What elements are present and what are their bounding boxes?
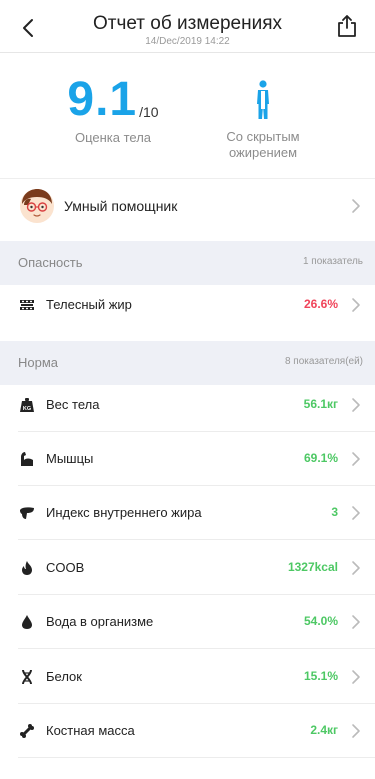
measurement-date: 14/Dec/2019 14:22 bbox=[145, 36, 230, 47]
metric-value: 54.0% bbox=[303, 614, 338, 628]
section-count: 8 показателя(ей) bbox=[284, 356, 363, 367]
section-title: Опасность bbox=[18, 255, 83, 270]
metric-row-weight[interactable]: KG Вес тела 56.1кг bbox=[0, 378, 375, 432]
page-title: Отчет об измерениях bbox=[92, 13, 282, 34]
metric-label: Белок bbox=[46, 669, 82, 684]
header-bar: Отчет об измерениях 14/Dec/2019 14:22 bbox=[0, 0, 375, 53]
chevron-right-icon bbox=[352, 561, 360, 575]
score-label: Оценка тела bbox=[74, 130, 152, 145]
chevron-right-icon bbox=[352, 724, 360, 738]
flame-icon bbox=[22, 561, 32, 575]
chevron-right-icon bbox=[352, 452, 360, 466]
metric-row-protein[interactable]: Белок 15.1% bbox=[0, 650, 375, 704]
weight-icon: KG bbox=[20, 398, 34, 412]
divider bbox=[18, 539, 375, 540]
metric-row-bone-mass[interactable]: Костная масса 2.4кг bbox=[0, 704, 375, 758]
chevron-right-icon bbox=[352, 670, 360, 684]
divider bbox=[18, 648, 375, 649]
metric-row-visceral-fat[interactable]: Индекс внутреннего жира 3 bbox=[0, 486, 375, 540]
metric-label: Телесный жир bbox=[46, 297, 132, 312]
metric-row-body-fat[interactable]: Телесный жир 26.6% bbox=[0, 278, 375, 332]
section-count: 1 показатель bbox=[302, 256, 363, 267]
score-max: /10 bbox=[139, 104, 159, 120]
body-figure-icon bbox=[257, 80, 269, 119]
share-icon bbox=[338, 15, 356, 37]
metric-value: 3 bbox=[331, 505, 338, 519]
metric-value: 26.6% bbox=[303, 297, 338, 311]
body-score: 9.1 /10 Оценка тела bbox=[50, 73, 176, 146]
metric-value: 15.1% bbox=[303, 669, 338, 683]
assistant-label: Умный помощник bbox=[64, 198, 178, 214]
metric-label: Мышцы bbox=[46, 451, 94, 466]
metric-label: Индекс внутреннего жира bbox=[46, 505, 202, 520]
metric-value: 2.4кг bbox=[310, 723, 338, 737]
body-fat-icon bbox=[20, 300, 34, 310]
metric-row-body-water[interactable]: Вода в организме 54.0% bbox=[0, 595, 375, 649]
body-type-label: Со скрытым ожирением bbox=[226, 129, 300, 160]
assistant-avatar bbox=[20, 189, 54, 223]
chevron-right-icon bbox=[352, 398, 360, 412]
chevron-right-icon bbox=[352, 506, 360, 520]
smart-assistant-row[interactable]: Умный помощник bbox=[0, 178, 375, 234]
divider bbox=[18, 757, 375, 758]
water-drop-icon bbox=[22, 615, 32, 629]
chevron-right-icon bbox=[352, 199, 360, 213]
body-type: Со скрытым ожирением bbox=[200, 80, 326, 161]
metric-label: Вес тела bbox=[46, 397, 100, 412]
svg-text:KG: KG bbox=[23, 406, 31, 412]
metric-value: 56.1кг bbox=[303, 397, 338, 411]
metric-label: Вода в организме bbox=[46, 614, 154, 629]
metric-row-muscle[interactable]: Мышцы 69.1% bbox=[0, 432, 375, 486]
metric-value: 1327kcal bbox=[287, 560, 338, 574]
metric-label: COOB bbox=[46, 560, 85, 575]
chevron-right-icon bbox=[352, 615, 360, 629]
score-value: 9.1 bbox=[67, 73, 138, 126]
metric-value: 69.1% bbox=[303, 451, 338, 465]
chevron-right-icon bbox=[352, 298, 360, 312]
metric-row-bmr[interactable]: COOB 1327kcal bbox=[0, 541, 375, 595]
visceral-fat-icon bbox=[20, 507, 34, 519]
metric-label: Костная масса bbox=[46, 723, 135, 738]
bone-icon bbox=[20, 724, 34, 738]
protein-dna-icon bbox=[22, 669, 32, 685]
share-button[interactable] bbox=[333, 12, 361, 40]
section-title: Норма bbox=[18, 355, 59, 370]
muscle-icon bbox=[21, 452, 33, 466]
